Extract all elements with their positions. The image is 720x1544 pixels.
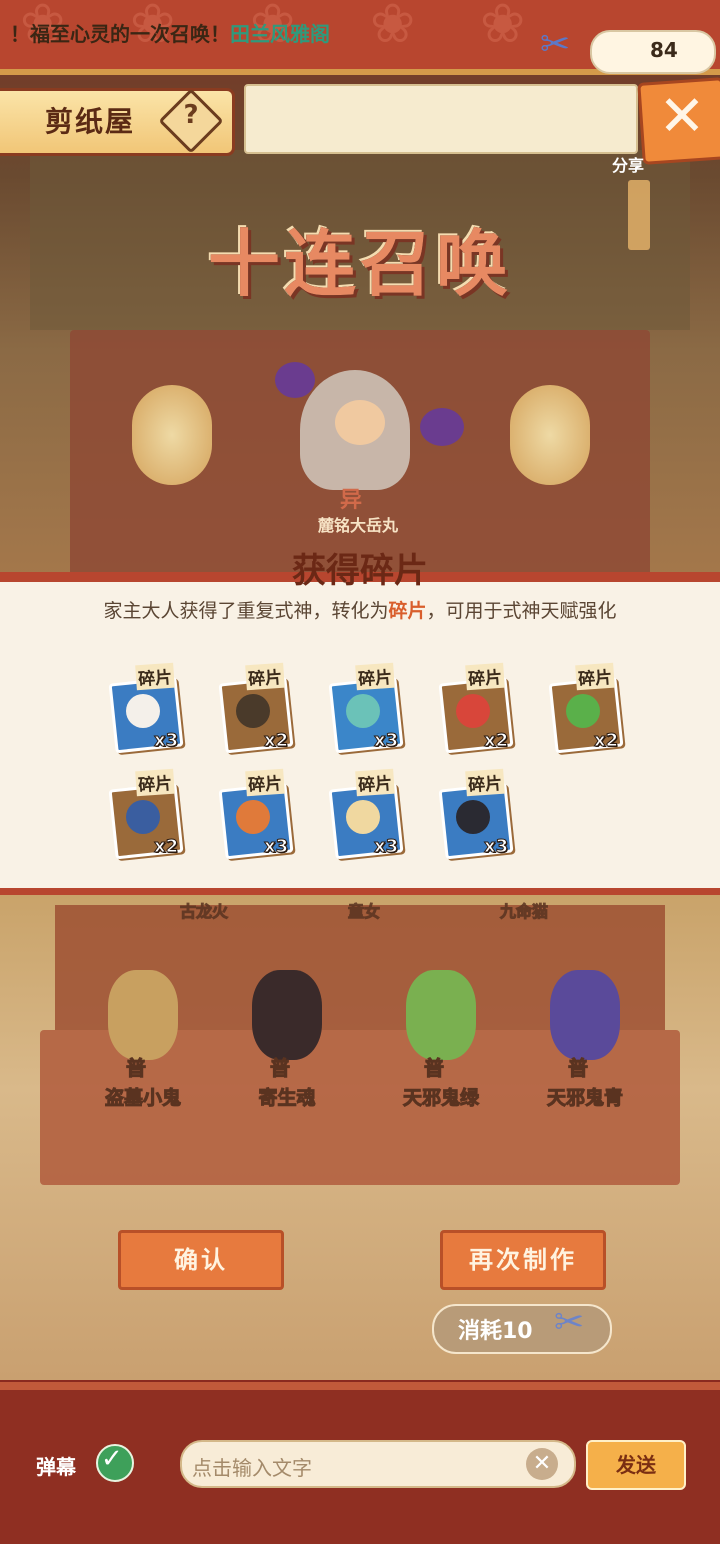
fragment-item[interactable]: 碎片 x2: [108, 768, 188, 860]
fragment-count: x3: [153, 730, 179, 752]
fragment-tag: 碎片: [465, 768, 505, 797]
shikigami-rank: 普: [424, 1056, 445, 1081]
shikigami-portrait: [126, 694, 160, 728]
shikigami-portrait: [236, 800, 270, 834]
shikigami-rank: 普: [126, 1056, 147, 1081]
paper-doll-icon: ✂: [554, 1302, 585, 1343]
shikigami-name: 天邪鬼青: [546, 1087, 623, 1110]
fragment-item[interactable]: 碎片 x3: [438, 768, 518, 860]
faded-shikigami-name: 古龙火: [179, 902, 229, 922]
fragment-item[interactable]: 碎片 x3: [218, 768, 298, 860]
lantern-left: [132, 385, 212, 485]
shikigami-card[interactable]: 普寄生魂: [232, 960, 342, 1110]
paper-doll-icon: ✂: [540, 24, 571, 65]
chat-input-placeholder: 点击输入文字: [192, 1456, 312, 1480]
ghost-icon: [420, 408, 464, 446]
fragment-description: 家主大人获得了重复式神，转化为碎片，可用于式神天赋强化: [0, 596, 720, 623]
shikigami-figure: [550, 970, 620, 1060]
fragment-item[interactable]: 碎片 x2: [438, 662, 518, 754]
shikigami-portrait: [456, 800, 490, 834]
shikigami-rank: 普: [270, 1056, 291, 1081]
ghost-icon: [275, 362, 315, 398]
desc-highlight: 碎片: [388, 600, 427, 622]
faded-shikigami-name: 九命猫: [499, 902, 549, 922]
shikigami-figure: [108, 970, 178, 1060]
share-tassel: [628, 180, 650, 250]
faded-shikigami-name: 童女: [347, 902, 381, 922]
shikigami-name: 盗墓小鬼: [104, 1087, 181, 1110]
fragment-tag: 碎片: [245, 768, 285, 797]
chat-bar-trim: [0, 1382, 720, 1390]
featured-shikigami-face: [335, 400, 385, 445]
fragment-count: x2: [483, 730, 509, 752]
share-button[interactable]: 分享: [612, 152, 644, 176]
shikigami-figure: [406, 970, 476, 1060]
confirm-button[interactable]: 确认: [118, 1230, 284, 1290]
shikigami-card[interactable]: 普天邪鬼绿: [386, 960, 496, 1110]
shikigami-name: 寄生魂: [258, 1087, 316, 1110]
page-title: 剪纸屋: [45, 105, 136, 138]
shikigami-portrait: [346, 800, 380, 834]
fragment-tag: 碎片: [245, 662, 285, 691]
shikigami-rank: 普: [568, 1056, 589, 1081]
fragment-item[interactable]: 碎片 x3: [328, 768, 408, 860]
clear-input-button[interactable]: ✕: [526, 1448, 558, 1480]
fragment-count: x2: [263, 730, 289, 752]
shikigami-portrait: [566, 694, 600, 728]
fragment-count: x3: [263, 836, 289, 858]
shikigami-figure: [252, 970, 322, 1060]
fragment-count: x3: [483, 836, 509, 858]
announcement-marquee: [244, 84, 638, 154]
currency-value: 84: [650, 38, 678, 62]
featured-name: 麓铭大岳丸: [318, 516, 399, 535]
desc-suffix: ，可用于式神天赋强化: [426, 600, 617, 622]
fragment-count: x2: [593, 730, 619, 752]
fragment-tag: 碎片: [465, 662, 505, 691]
shikigami-portrait: [126, 800, 160, 834]
fragment-tag: 碎片: [355, 768, 395, 797]
fragment-item[interactable]: 碎片 x2: [548, 662, 628, 754]
summon-title: 十连召唤: [207, 222, 512, 306]
desc-prefix: 家主大人获得了重复式神，转化为: [103, 600, 389, 622]
fragment-count: x2: [153, 836, 179, 858]
announcement-prefix: ！福至心灵的一次召唤！: [10, 22, 230, 46]
cost-label: 消耗10: [458, 1319, 533, 1344]
lantern-right: [510, 385, 590, 485]
close-icon: ✕: [658, 84, 706, 149]
danmaku-label: 弹幕: [36, 1455, 76, 1479]
fragment-tag: 碎片: [135, 768, 175, 797]
send-button[interactable]: 发送: [586, 1440, 686, 1490]
make-again-button[interactable]: 再次制作: [440, 1230, 606, 1290]
fragment-item[interactable]: 碎片 x2: [218, 662, 298, 754]
fragment-tag: 碎片: [355, 662, 395, 691]
shikigami-portrait: [236, 694, 270, 728]
fragment-tag: 碎片: [135, 662, 175, 691]
fragment-item[interactable]: 碎片 x3: [328, 662, 408, 754]
fragment-count: x3: [373, 730, 399, 752]
fragment-title: 获得碎片: [292, 551, 428, 591]
shikigami-card[interactable]: 普盗墓小鬼: [88, 960, 198, 1110]
fragment-count: x3: [373, 836, 399, 858]
announcement-player-name: 田兰风雅阁: [230, 22, 330, 46]
fragment-tag: 碎片: [575, 662, 615, 691]
help-icon: ?: [183, 100, 199, 130]
shikigami-portrait: [346, 694, 380, 728]
shikigami-name: 天邪鬼绿: [402, 1087, 479, 1110]
shikigami-portrait: [456, 694, 490, 728]
checkmark-icon: ✓: [101, 1444, 123, 1474]
announcement-text: ！福至心灵的一次召唤！田兰风雅阁: [10, 18, 330, 47]
fragment-item[interactable]: 碎片 x3: [108, 662, 188, 754]
featured-rank: 异: [340, 488, 363, 513]
shikigami-card[interactable]: 普天邪鬼青: [530, 960, 640, 1110]
